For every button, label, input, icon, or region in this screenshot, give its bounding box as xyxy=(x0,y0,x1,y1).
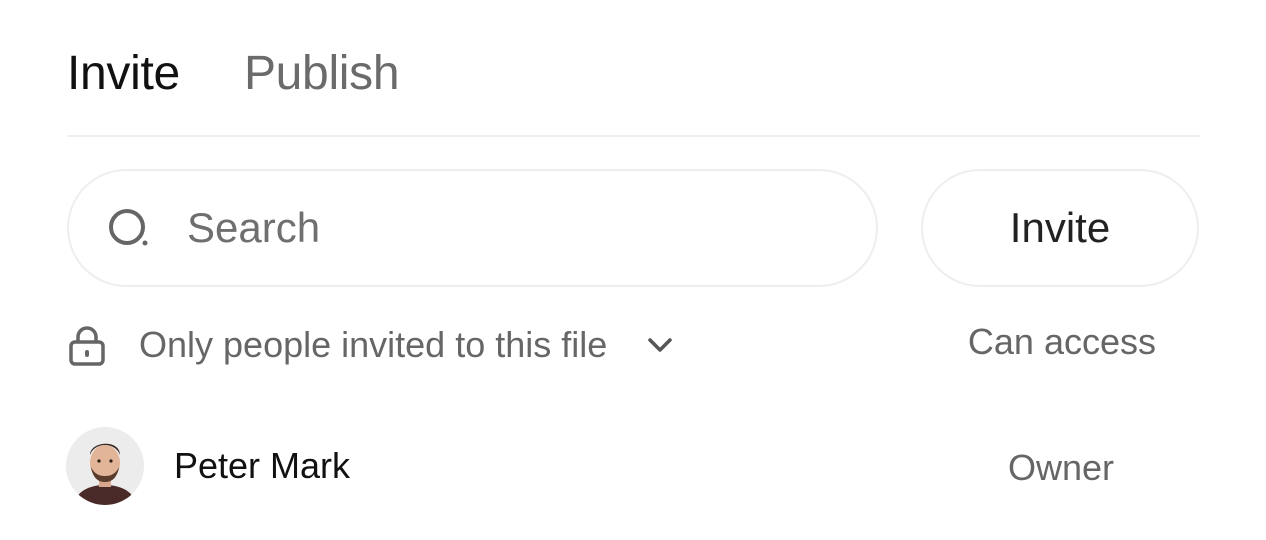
search-input[interactable] xyxy=(187,204,787,252)
avatar xyxy=(66,427,144,505)
invite-button[interactable]: Invite xyxy=(921,169,1199,287)
tab-divider xyxy=(67,135,1200,137)
tab-bar: Invite Publish xyxy=(67,44,400,104)
member-name: Peter Mark xyxy=(174,445,351,486)
access-level-label: Only people invited to this file xyxy=(139,324,608,365)
member-role: Owner xyxy=(1007,447,1114,488)
permission-label: Can access xyxy=(967,321,1156,362)
share-dialog: Invite Publish Invite Only people invite… xyxy=(0,0,1266,540)
search-field[interactable] xyxy=(67,169,878,287)
lock-icon xyxy=(69,326,105,371)
member-row: Peter Mark Owner xyxy=(66,427,1200,505)
chevron-down-icon xyxy=(647,337,673,353)
tab-publish[interactable]: Publish xyxy=(244,44,400,104)
access-row: Only people invited to this file Can acc… xyxy=(69,320,1200,370)
search-icon xyxy=(107,206,151,250)
tab-invite[interactable]: Invite xyxy=(67,44,180,104)
access-level-dropdown[interactable]: Only people invited to this file xyxy=(139,320,673,370)
